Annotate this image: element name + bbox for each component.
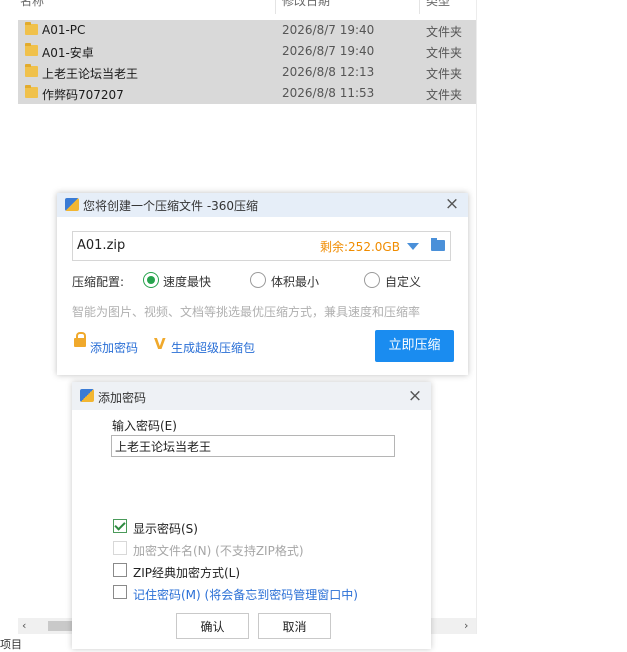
radio-custom[interactable]	[364, 272, 380, 288]
column-separator	[275, 0, 276, 14]
file-type: 文件夹	[426, 88, 463, 102]
column-header-type[interactable]: 类型	[426, 0, 450, 14]
file-row[interactable]: A01-安卓 2026/8/7 19:40 文件夹	[18, 41, 476, 63]
encrypt-filenames-checkbox[interactable]	[113, 541, 127, 555]
close-icon[interactable]: ×	[406, 387, 424, 405]
pane-divider	[476, 0, 477, 634]
archive-path-field[interactable]: A01.zip 剩余:252.0GB	[72, 231, 451, 261]
file-row[interactable]: 上老王论坛当老王 2026/8/8 12:13 文件夹	[18, 62, 476, 84]
dialog-title: 您将创建一个压缩文件 -360压缩	[83, 199, 259, 213]
remember-password-checkbox[interactable]	[113, 585, 127, 599]
browse-folder-icon[interactable]	[431, 238, 445, 251]
password-label: 输入密码(E)	[112, 419, 177, 433]
file-name: A01-PC	[42, 23, 86, 37]
dialog-titlebar[interactable]: 添加密码 ×	[72, 382, 431, 410]
radio-fastest[interactable]	[143, 272, 159, 288]
zip-classic-encryption-label[interactable]: ZIP经典加密方式(L)	[133, 564, 240, 581]
archive-name-value[interactable]: A01.zip	[77, 238, 125, 253]
compress-now-button[interactable]: 立即压缩	[375, 330, 454, 362]
status-bar-text: 项目	[0, 638, 22, 651]
360zip-app-icon	[80, 389, 94, 402]
folder-icon	[25, 85, 38, 98]
confirm-button[interactable]: 确认	[176, 613, 249, 639]
scroll-right-icon[interactable]: ›	[464, 619, 468, 632]
add-password-link[interactable]: 添加密码	[90, 339, 138, 356]
scroll-left-icon[interactable]: ‹	[22, 619, 26, 632]
super-zip-link[interactable]: 生成超级压缩包	[171, 339, 255, 356]
encrypt-filenames-label: 加密文件名(N) (不支持ZIP格式)	[133, 544, 304, 558]
show-password-label[interactable]: 显示密码(S)	[133, 520, 198, 537]
radio-smallest-label[interactable]: 体积最小	[271, 273, 319, 290]
compress-config-label: 压缩配置:	[72, 275, 125, 289]
file-date: 2026/8/7 19:40	[282, 23, 375, 37]
lock-icon	[74, 332, 86, 347]
add-password-dialog: 添加密码 × 输入密码(E) 显示密码(S) 加密文件名(N) (不支持ZIP格…	[72, 382, 431, 649]
column-header-date[interactable]: 修改日期	[282, 0, 330, 14]
file-type: 文件夹	[426, 46, 463, 60]
file-name: 上老王论坛当老王	[42, 67, 139, 81]
radio-custom-label[interactable]: 自定义	[385, 273, 421, 290]
remember-password-label[interactable]: 记住密码(M) (将会备忘到密码管理窗口中)	[133, 586, 358, 603]
folder-icon	[25, 64, 38, 77]
file-date: 2026/8/8 12:13	[282, 65, 375, 79]
column-header-name[interactable]: 名称	[20, 0, 44, 14]
file-type: 文件夹	[426, 67, 463, 81]
folder-icon	[25, 43, 38, 56]
radio-smallest[interactable]	[250, 272, 266, 288]
free-space-label: 剩余:252.0GB	[320, 240, 400, 254]
column-separator	[419, 0, 420, 14]
cancel-button[interactable]: 取消	[258, 613, 331, 639]
show-password-checkbox[interactable]	[113, 519, 127, 533]
vip-v-icon: V	[154, 335, 166, 353]
compression-hint: 智能为图片、视频、文档等挑选最优压缩方式，兼具速度和压缩率	[72, 305, 421, 319]
password-input[interactable]	[111, 435, 395, 457]
file-row[interactable]: 作弊码707207 2026/8/8 11:53 文件夹	[18, 83, 476, 105]
folder-icon	[25, 22, 38, 35]
radio-fastest-label[interactable]: 速度最快	[163, 273, 211, 290]
file-name: 作弊码707207	[42, 88, 124, 102]
dropdown-arrow-icon[interactable]	[407, 243, 419, 250]
compress-dialog: 您将创建一个压缩文件 -360压缩 × A01.zip 剩余:252.0GB 压…	[57, 193, 468, 375]
file-type: 文件夹	[426, 25, 463, 39]
file-date: 2026/8/7 19:40	[282, 44, 375, 58]
file-date: 2026/8/8 11:53	[282, 86, 375, 100]
zip-classic-encryption-checkbox[interactable]	[113, 563, 127, 577]
close-icon[interactable]: ×	[443, 195, 461, 213]
file-name: A01-安卓	[42, 46, 94, 60]
file-row[interactable]: A01-PC 2026/8/7 19:40 文件夹	[18, 20, 476, 42]
dialog-titlebar[interactable]: 您将创建一个压缩文件 -360压缩 ×	[57, 193, 468, 217]
dialog-title: 添加密码	[98, 391, 147, 405]
360zip-app-icon	[65, 198, 79, 211]
